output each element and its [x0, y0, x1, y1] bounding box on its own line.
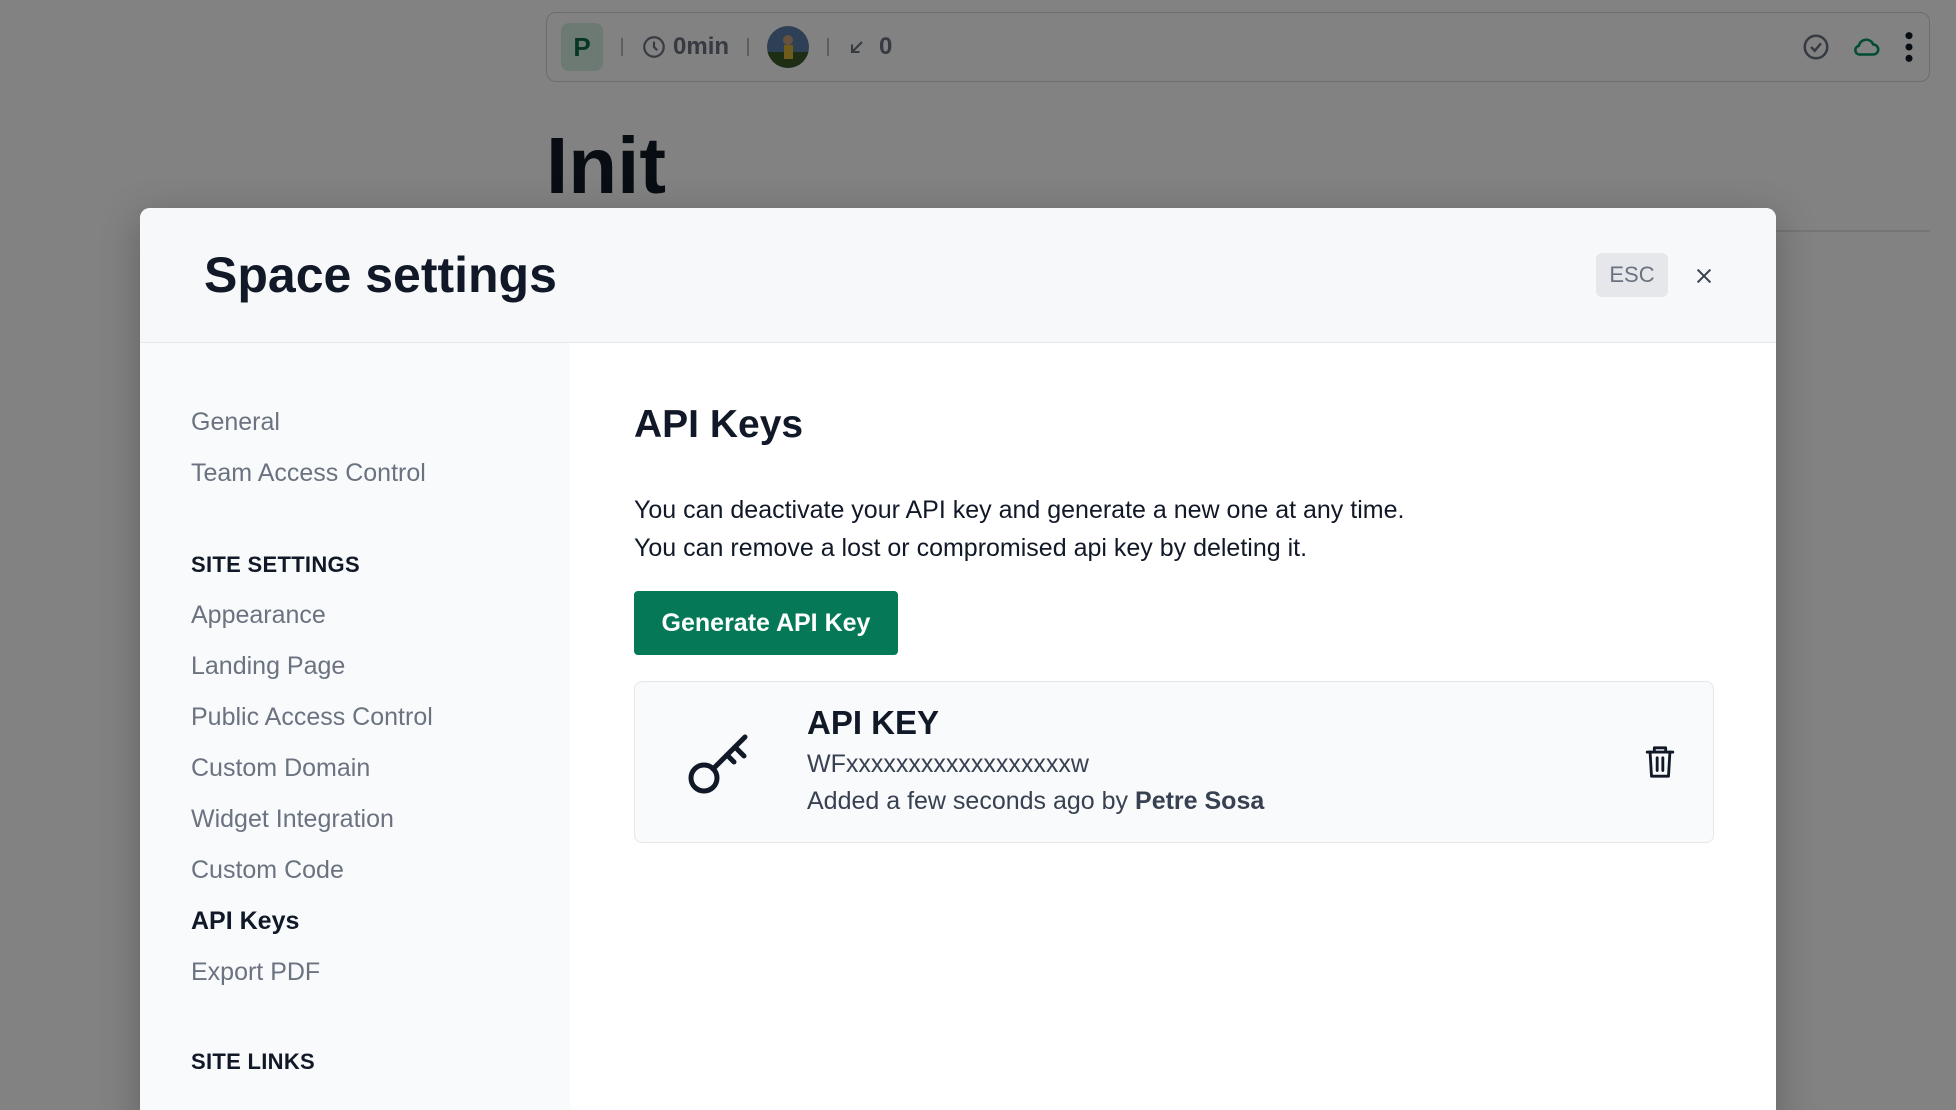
sidebar-item-landing-page[interactable]: Landing Page: [191, 641, 570, 692]
sidebar-item-export-pdf[interactable]: Export PDF: [191, 947, 570, 998]
description-line-1: You can deactivate your API key and gene…: [634, 496, 1405, 524]
esc-hint: ESC: [1596, 253, 1668, 297]
api-key-card: API KEY WFxxxxxxxxxxxxxxxxxxw Added a fe…: [634, 681, 1714, 843]
trash-icon: [1645, 746, 1675, 778]
api-key-value: WFxxxxxxxxxxxxxxxxxxw: [807, 750, 1089, 778]
modal-header: Space settings ESC: [140, 208, 1776, 343]
added-prefix: Added a few seconds ago by: [807, 787, 1129, 815]
key-icon: [635, 726, 807, 798]
section-title: API Keys: [634, 403, 804, 446]
sidebar-item-public-access-control[interactable]: Public Access Control: [191, 692, 570, 743]
sidebar-item-custom-code[interactable]: Custom Code: [191, 845, 570, 896]
api-keys-panel: API Keys You can deactivate your API key…: [570, 343, 1776, 1110]
description-line-2: You can remove a lost or compromised api…: [634, 534, 1308, 562]
sidebar-item-widget-integration[interactable]: Widget Integration: [191, 794, 570, 845]
added-by-user: Petre Sosa: [1135, 787, 1265, 815]
generate-api-key-button[interactable]: Generate API Key: [634, 591, 898, 655]
site-settings-heading: SITE SETTINGS: [191, 552, 360, 577]
section-description: You can deactivate your API key and gene…: [634, 491, 1714, 567]
settings-sidebar: General Team Access Control SITE SETTING…: [140, 343, 570, 1110]
close-icon: [1696, 268, 1712, 284]
sidebar-item-general[interactable]: General: [191, 397, 570, 448]
modal-title: Space settings: [204, 247, 557, 303]
api-key-title: API KEY: [807, 704, 940, 741]
space-settings-modal: Space settings ESC General Team Access C…: [140, 208, 1776, 1110]
sidebar-item-api-keys[interactable]: API Keys: [191, 896, 570, 947]
api-key-added-info: Added a few seconds ago by Petre Sosa: [807, 781, 1264, 821]
close-button[interactable]: [1686, 258, 1722, 294]
sidebar-item-appearance[interactable]: Appearance: [191, 590, 570, 641]
sidebar-item-custom-domain[interactable]: Custom Domain: [191, 743, 570, 794]
sidebar-item-team-access-control[interactable]: Team Access Control: [191, 448, 570, 499]
delete-api-key-button[interactable]: [1643, 743, 1677, 781]
site-links-heading: SITE LINKS: [191, 1049, 316, 1074]
